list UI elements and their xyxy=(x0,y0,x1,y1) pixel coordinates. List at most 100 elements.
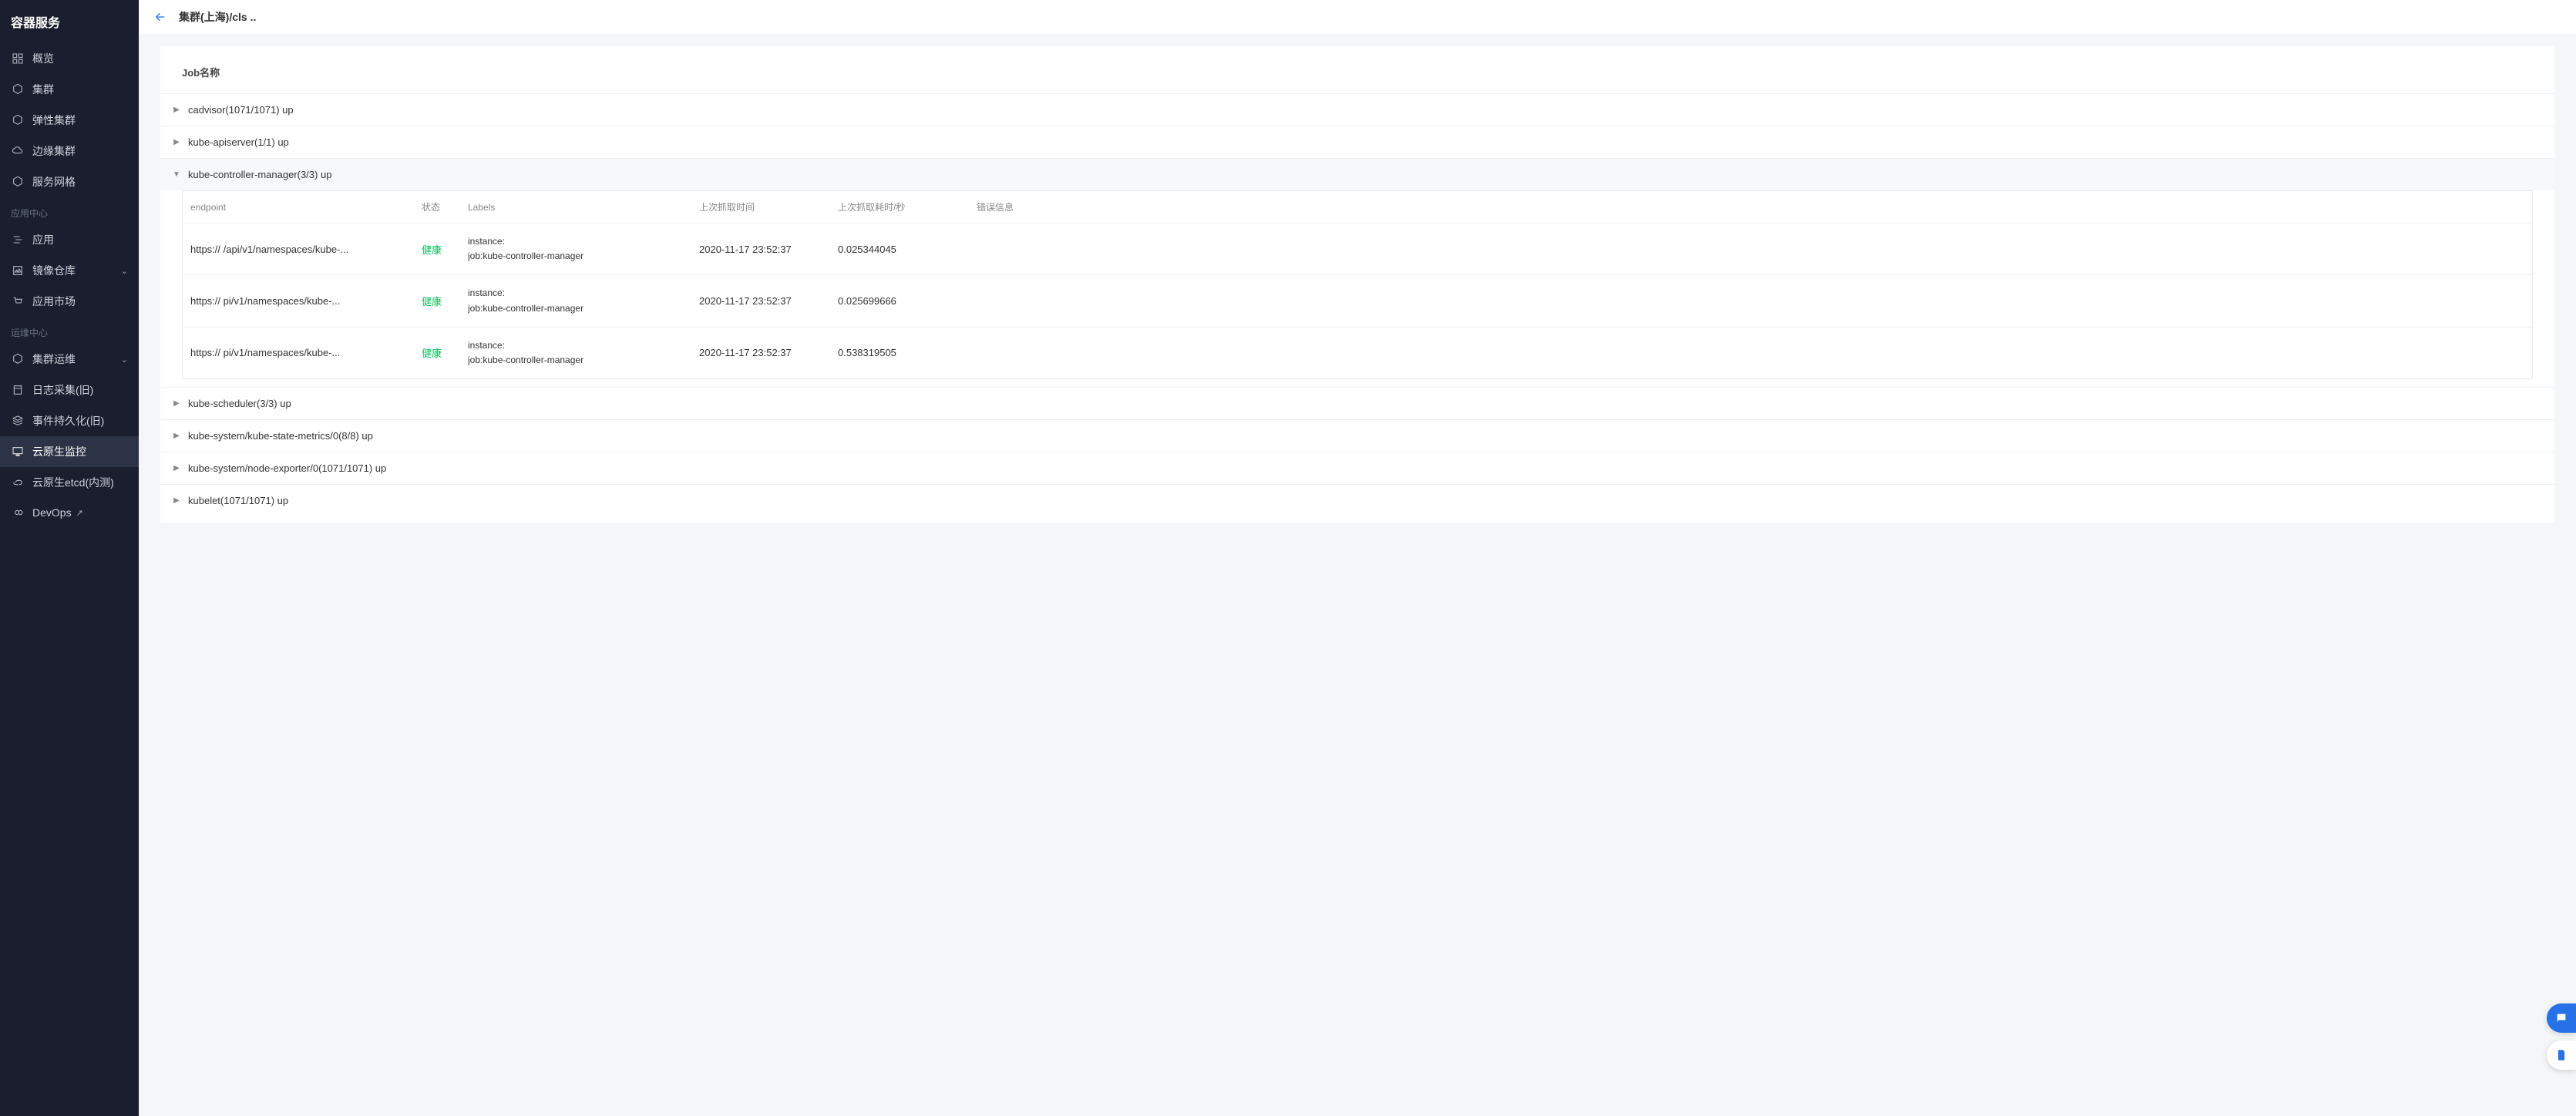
breadcrumb: 集群(上海)/cls .. xyxy=(179,9,256,25)
hex-icon xyxy=(12,176,24,188)
sidebar-item-日志采集(旧)[interactable]: 日志采集(旧) xyxy=(0,375,139,405)
sidebar-item-弹性集群[interactable]: 弹性集群 xyxy=(0,105,139,136)
stack-icon xyxy=(12,415,24,427)
sidebar-item-集群运维[interactable]: 集群运维 ⌄ xyxy=(0,344,139,375)
job-list: ▶cadvisor(1071/1071) up▶kube-apiserver(1… xyxy=(160,93,2554,516)
monitor-icon xyxy=(11,445,25,459)
caret-right-icon: ▶ xyxy=(171,432,182,440)
job-row[interactable]: ▶kube-system/kube-state-metrics/0(8/8) u… xyxy=(160,419,2554,452)
link-icon xyxy=(11,476,25,489)
sidebar-item-概览[interactable]: 概览 xyxy=(0,43,139,74)
job-row[interactable]: ▶cadvisor(1071/1071) up xyxy=(160,93,2554,126)
col-status: 状态 xyxy=(422,200,468,213)
link-icon xyxy=(12,476,24,489)
sidebar-item-云原生etcd(内测)[interactable]: 云原生etcd(内测) xyxy=(0,467,139,498)
cart-icon xyxy=(12,295,24,308)
float-buttons xyxy=(2547,1003,2576,1070)
caret-right-icon: ▶ xyxy=(171,399,182,408)
adjust-icon xyxy=(11,233,25,247)
job-row[interactable]: ▶ kube-system/node-exporter/0(1071/1071) … xyxy=(160,452,2554,484)
stack-icon xyxy=(11,414,25,428)
table-header: endpoint状态Labels上次抓取时间上次抓取耗时/秒错误信息 xyxy=(183,191,2532,223)
hex-icon xyxy=(12,353,24,365)
topbar: 集群(上海)/cls .. xyxy=(139,0,2576,34)
cell-status: 健康 xyxy=(422,345,468,360)
card-header: Job名称 xyxy=(160,46,2554,93)
sidebar-section-title: 应用中心 xyxy=(0,197,139,224)
sidebar-items: 概览集群弹性集群边缘集群服务网格应用中心应用镜像仓库⌄ 应用市场运维中心集群运维 ⌄… xyxy=(0,43,139,1116)
chevron-down-icon: ⌄ xyxy=(121,355,128,365)
chat-button[interactable] xyxy=(2547,1003,2576,1033)
job-name: kube-controller-manager(3/3) up xyxy=(188,169,331,180)
sidebar-item-label: 应用 xyxy=(32,232,54,247)
cell-time: 2020-11-17 23:52:37 xyxy=(699,295,838,307)
cell-labels: instance: job:kube-controller-manager xyxy=(468,338,699,368)
monitor-icon xyxy=(12,445,24,458)
sidebar-item-label: 应用市场 xyxy=(32,294,76,309)
chevron-down-icon: ⌄ xyxy=(121,266,128,276)
sidebar-item-label: 集群运维 xyxy=(32,351,76,367)
caret-right-icon: ▶ xyxy=(171,106,182,114)
sidebar-item-label: 边缘集群 xyxy=(32,143,76,159)
col-error: 错误信息 xyxy=(977,200,2524,213)
sidebar-item-边缘集群[interactable]: 边缘集群 xyxy=(0,136,139,166)
sidebar-item-DevOps[interactable]: DevOps↗ xyxy=(0,498,139,527)
sidebar-item-集群[interactable]: 集群 xyxy=(0,74,139,105)
job-row[interactable]: ▶kube-apiserver(1/1) up xyxy=(160,126,2554,158)
cloud-icon xyxy=(11,144,25,158)
chat-icon xyxy=(2555,1012,2568,1024)
sidebar-item-镜像仓库[interactable]: 镜像仓库⌄ xyxy=(0,255,139,286)
cell-endpoint: https:// pi/v1/namespaces/kube-... xyxy=(190,347,422,358)
sidebar-item-label: 集群 xyxy=(32,82,54,97)
job-row[interactable]: ▶ kube-scheduler(3/3) up xyxy=(160,387,2554,419)
job-card: Job名称 ▶cadvisor(1071/1071) up▶kube-apise… xyxy=(160,46,2554,523)
col-endpoint: endpoint xyxy=(190,202,422,213)
sidebar-item-应用[interactable]: 应用 xyxy=(0,224,139,255)
caret-right-icon: ▶ xyxy=(171,464,182,472)
job-name: kube-scheduler(3/3) up xyxy=(188,398,291,409)
sidebar-item-事件持久化(旧)[interactable]: 事件持久化(旧) xyxy=(0,405,139,436)
sidebar-item-云原生监控[interactable]: 云原生监控 xyxy=(0,436,139,467)
sidebar-item-label: 弹性集群 xyxy=(32,113,76,128)
cell-time: 2020-11-17 23:52:37 xyxy=(699,347,838,358)
job-name: kube-system/node-exporter/0(1071/1071) u… xyxy=(188,462,386,474)
cell-endpoint: https:// /api/v1/namespaces/kube-... xyxy=(190,244,422,255)
doc-button[interactable] xyxy=(2547,1040,2576,1070)
sidebar-section-title: 运维中心 xyxy=(0,317,139,344)
back-button[interactable] xyxy=(154,11,166,23)
inf-icon xyxy=(12,506,24,519)
sidebar-item-应用市场[interactable]: 应用市场 xyxy=(0,286,139,317)
caret-right-icon: ▶ xyxy=(171,496,182,505)
sidebar-item-label: 日志采集(旧) xyxy=(32,382,93,398)
cell-status: 健康 xyxy=(422,242,468,257)
job-row[interactable]: ▼kube-controller-manager(3/3) up xyxy=(160,158,2554,190)
cell-labels: instance: job:kube-controller-manager xyxy=(468,286,699,315)
cell-status: 健康 xyxy=(422,294,468,308)
endpoint-table: endpoint状态Labels上次抓取时间上次抓取耗时/秒错误信息 https:… xyxy=(182,190,2533,379)
inf-icon xyxy=(11,506,25,519)
cal-icon xyxy=(12,384,24,396)
table-row: https:// pi/v1/namespaces/kube-...健康inst… xyxy=(183,327,2532,378)
col-duration: 上次抓取耗时/秒 xyxy=(838,200,977,213)
adjust-icon xyxy=(12,234,24,246)
hex-icon xyxy=(11,175,25,189)
cell-endpoint: https:// pi/v1/namespaces/kube-... xyxy=(190,295,422,307)
content: Job名称 ▶cadvisor(1071/1071) up▶kube-apise… xyxy=(139,34,2576,1116)
grid-icon xyxy=(11,52,25,66)
cloud-icon xyxy=(12,145,24,157)
cell-duration: 0.538319505 xyxy=(838,347,977,358)
arrow-left-icon xyxy=(154,11,166,23)
grid-icon xyxy=(12,52,24,65)
caret-right-icon: ▶ xyxy=(171,138,182,146)
cell-duration: 0.025699666 xyxy=(838,295,977,307)
job-row[interactable]: ▶kubelet(1071/1071) up xyxy=(160,484,2554,516)
sidebar-item-服务网格[interactable]: 服务网格 xyxy=(0,166,139,197)
cal-icon xyxy=(11,383,25,397)
image-icon xyxy=(12,264,24,277)
hex-icon xyxy=(12,83,24,96)
hex-icon xyxy=(12,114,24,126)
sidebar-item-label: 服务网格 xyxy=(32,174,76,190)
document-icon xyxy=(2555,1049,2568,1061)
cell-time: 2020-11-17 23:52:37 xyxy=(699,244,838,255)
hex-icon xyxy=(11,113,25,127)
